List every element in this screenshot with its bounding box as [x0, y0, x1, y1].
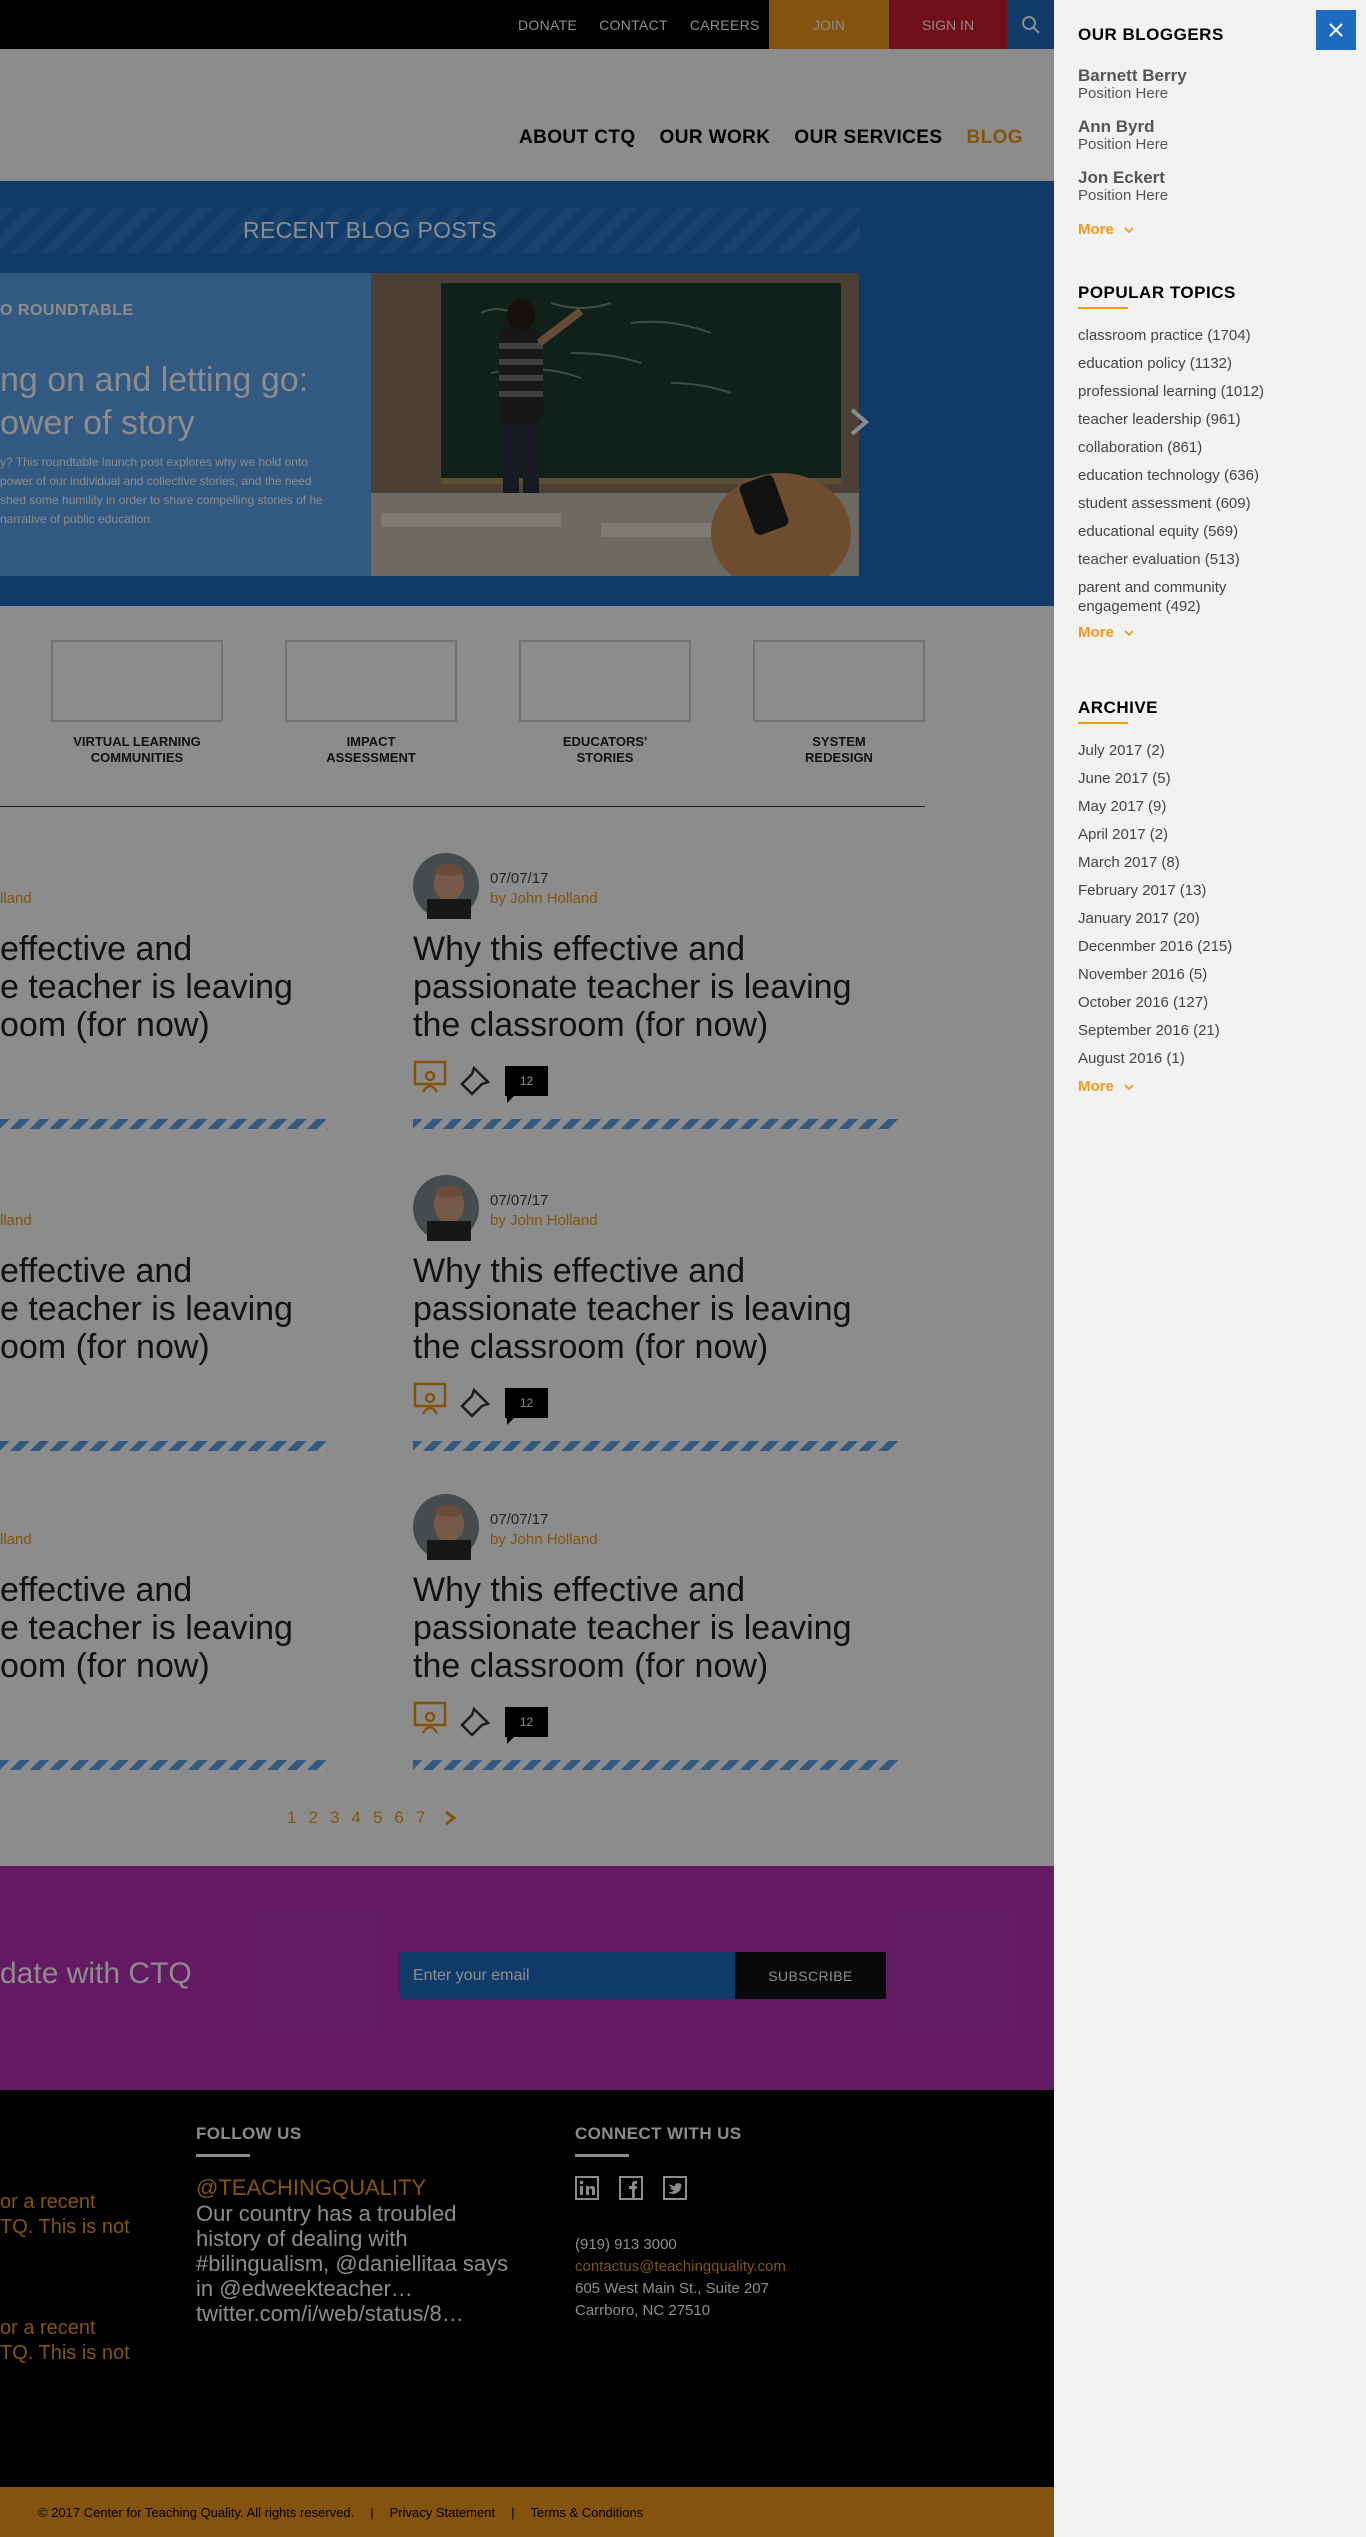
archive-link[interactable]: October 2016 (127) [1078, 993, 1308, 1012]
blogger-position: Position Here [1078, 85, 1169, 102]
topics-rule [1078, 307, 1128, 309]
topic-link[interactable]: collaboration (861) [1078, 438, 1308, 457]
archive-link[interactable]: February 2017 (13) [1078, 881, 1308, 900]
archive-rule [1078, 722, 1128, 724]
topic-link[interactable]: education technology (636) [1078, 466, 1308, 485]
archive-link[interactable]: January 2017 (20) [1078, 909, 1308, 928]
blogger-position: Position Here [1078, 136, 1169, 153]
topic-link[interactable]: parent and community engagement (492) [1078, 578, 1268, 616]
topics-more-link[interactable]: More [1078, 624, 1134, 641]
chevron-down-icon [1124, 227, 1134, 234]
archive-link[interactable]: August 2016 (1) [1078, 1049, 1308, 1068]
archive-more-link[interactable]: More [1078, 1078, 1134, 1095]
close-sidebar-button[interactable] [1316, 10, 1356, 50]
blogger-name[interactable]: Ann Byrd [1078, 117, 1155, 137]
topic-link[interactable]: teacher evaluation (513) [1078, 550, 1308, 569]
archive-link[interactable]: June 2017 (5) [1078, 769, 1308, 788]
topic-link[interactable]: teacher leadership (961) [1078, 410, 1308, 429]
blogger-name[interactable]: Barnett Berry [1078, 66, 1187, 86]
bloggers-more-link[interactable]: More [1078, 221, 1134, 238]
chevron-down-icon [1124, 1084, 1134, 1091]
bloggers-heading: OUR BLOGGERS [1078, 25, 1224, 44]
blogger-position: Position Here [1078, 187, 1169, 204]
archive-link[interactable]: April 2017 (2) [1078, 825, 1308, 844]
archive-link[interactable]: September 2016 (21) [1078, 1021, 1308, 1040]
archive-link[interactable]: March 2017 (8) [1078, 853, 1308, 872]
topic-link[interactable]: educational equity (569) [1078, 522, 1308, 541]
topic-link[interactable]: student assessment (609) [1078, 494, 1308, 513]
archive-link[interactable]: November 2016 (5) [1078, 965, 1308, 984]
blogger-name[interactable]: Jon Eckert [1078, 168, 1165, 188]
archive-link[interactable]: July 2017 (2) [1078, 741, 1308, 760]
topic-link[interactable]: education policy (1132) [1078, 354, 1308, 373]
blog-sidebar-panel: OUR BLOGGERS Barnett Berry Position Here… [1054, 0, 1366, 2537]
topics-heading: POPULAR TOPICS [1078, 283, 1236, 302]
archive-heading: ARCHIVE [1078, 698, 1159, 717]
page: DONATE CONTACT CAREERS JOIN SIGN IN ABOU… [0, 0, 1366, 2537]
archive-link[interactable]: May 2017 (9) [1078, 797, 1308, 816]
topic-link[interactable]: professional learning (1012) [1078, 382, 1308, 401]
chevron-down-icon [1124, 630, 1134, 637]
topic-link[interactable]: classroom practice (1704) [1078, 326, 1308, 345]
modal-overlay[interactable] [0, 0, 1054, 2537]
archive-link[interactable]: Decenmber 2016 (215) [1078, 937, 1308, 956]
close-icon [1329, 23, 1343, 37]
